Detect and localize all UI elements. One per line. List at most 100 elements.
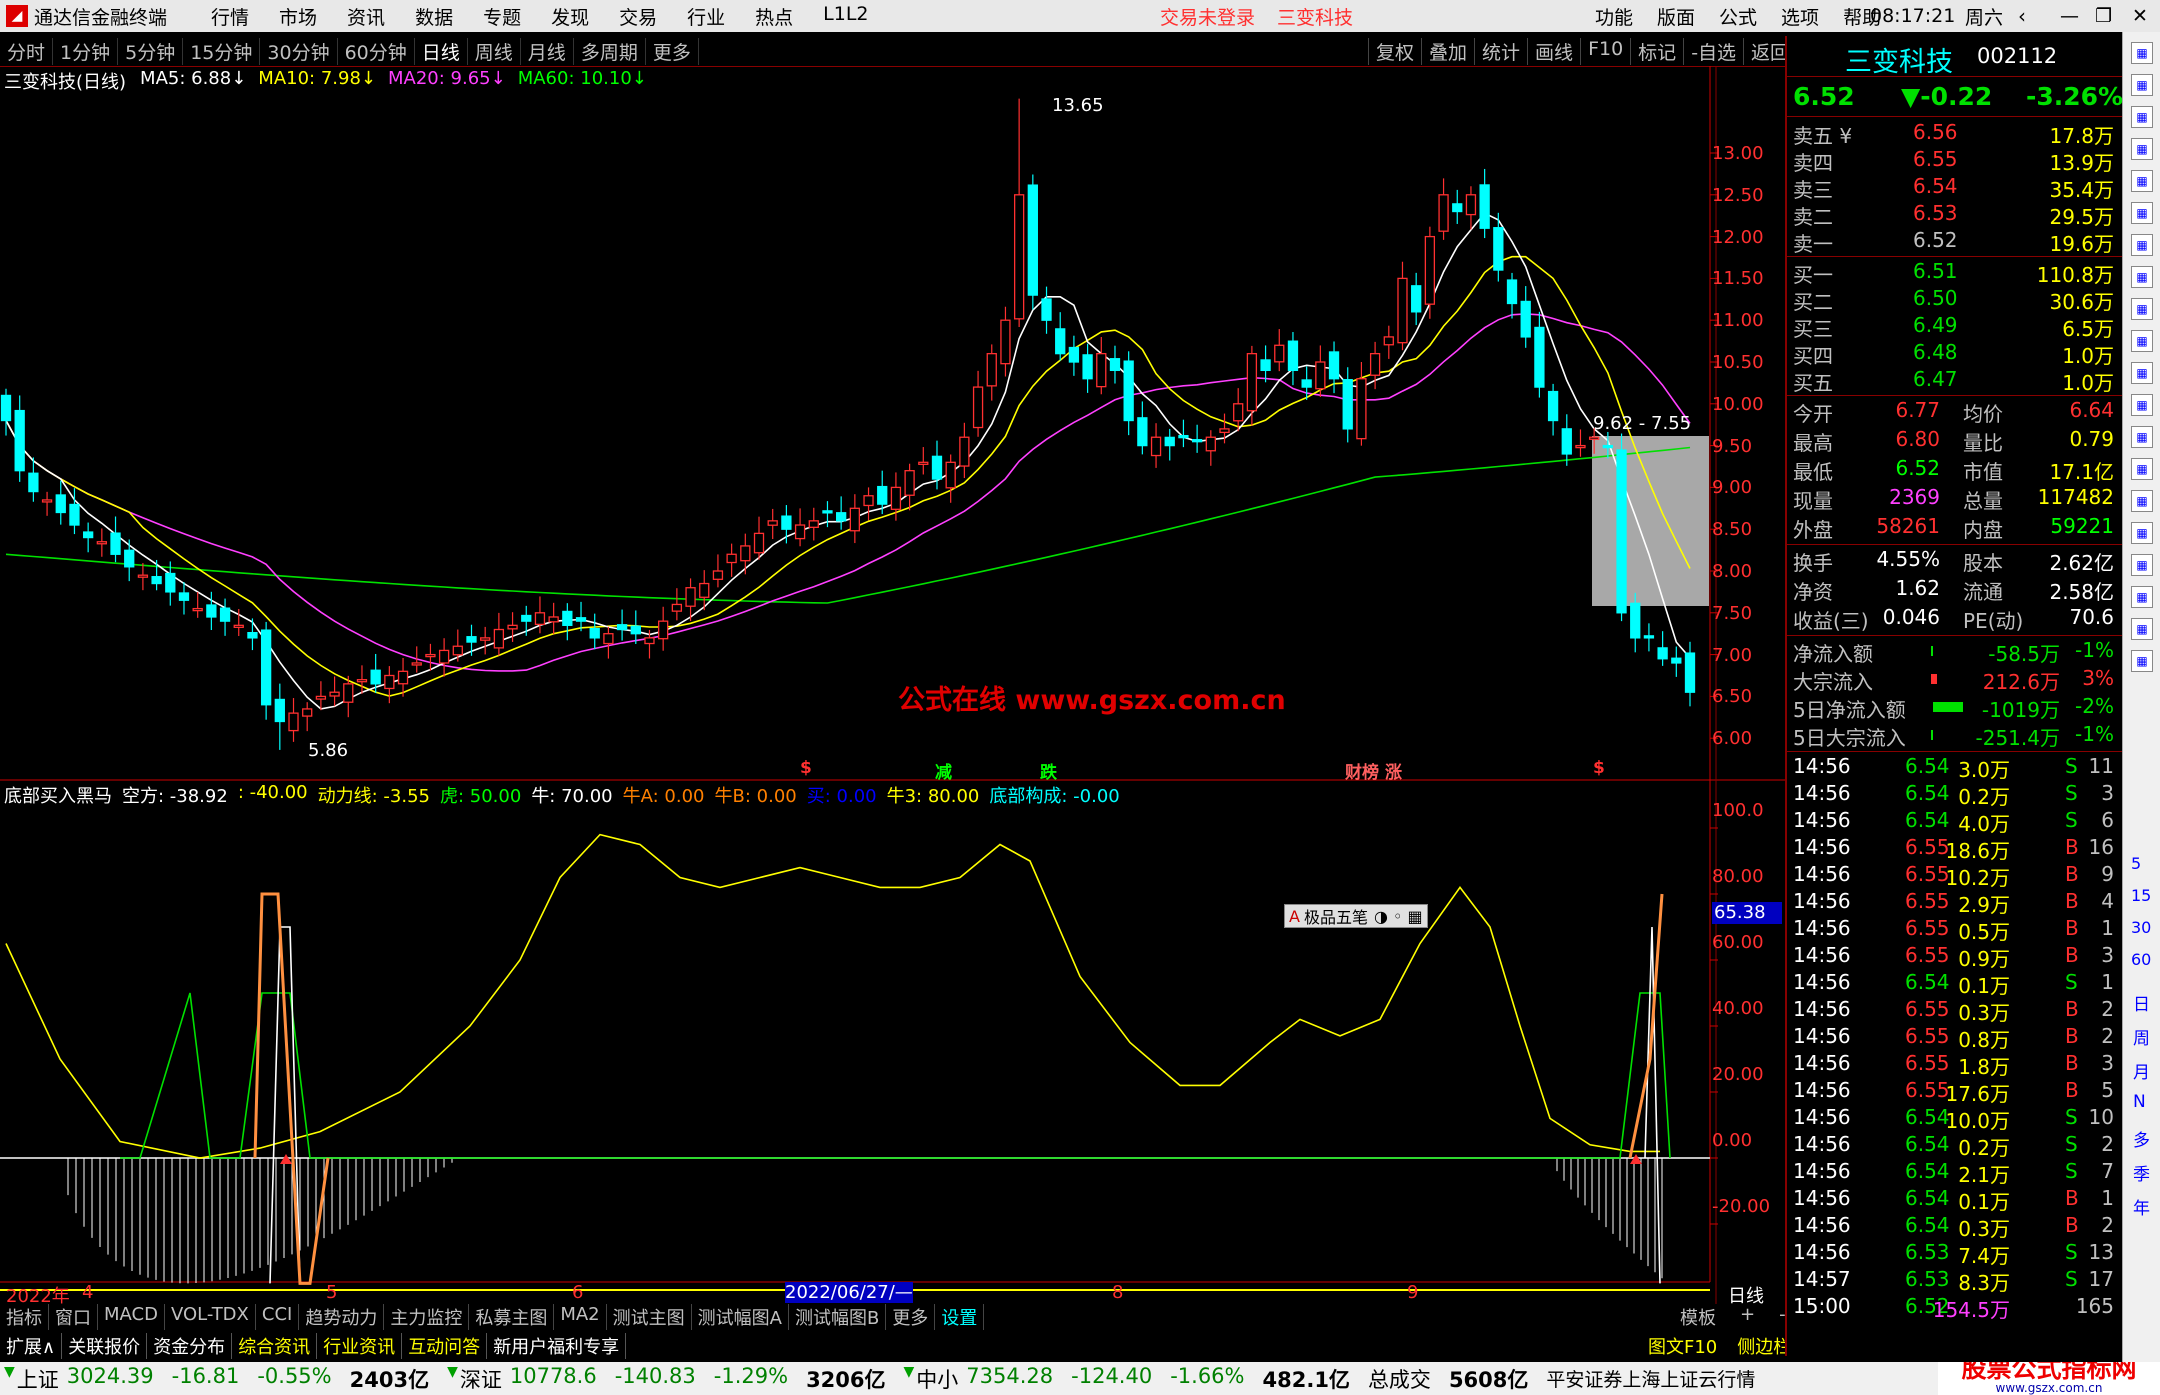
index-quote[interactable]: ▼ 深证 10778.6 -140.83 -1.29% 3206亿 — [447, 1364, 885, 1394]
period-tab-7[interactable]: 周线 — [468, 37, 521, 65]
ask-row[interactable]: 卖三 6.54 35.4万 — [1793, 174, 2118, 202]
info-tab-4[interactable]: 行业资讯 — [317, 1332, 403, 1359]
sidebar-tool-icon[interactable]: ▦ — [2131, 458, 2153, 480]
menu-item-3[interactable]: 数据 — [415, 3, 453, 30]
info-tab-0[interactable]: 扩展∧ — [0, 1332, 63, 1359]
event-marker[interactable]: 涨 — [1385, 758, 1402, 783]
tab-right-0[interactable]: 模板 — [1668, 1304, 1728, 1330]
period-tab-6[interactable]: 日线 — [415, 37, 468, 65]
chart-tool-5[interactable]: 标记 — [1630, 37, 1683, 65]
period-tab-8[interactable]: 月线 — [521, 37, 574, 65]
info-tab-1[interactable]: 关联报价 — [62, 1332, 148, 1359]
sidebar-tool-icon[interactable]: ▦ — [2131, 426, 2153, 448]
indicator-tab-6[interactable]: 主力监控 — [384, 1304, 470, 1330]
event-marker[interactable]: 减 — [935, 758, 952, 783]
bid-row[interactable]: 买二 6.50 30.6万 — [1793, 286, 2118, 314]
sidebar-period[interactable]: 周 — [2133, 1024, 2150, 1049]
sidebar-tool-icon[interactable]: ▦ — [2131, 522, 2153, 544]
sidebar-tool-icon[interactable]: ▦ — [2131, 554, 2153, 576]
indicator-tab-12[interactable]: 更多 — [886, 1304, 936, 1330]
sidebar-tool-icon[interactable]: ▦ — [2131, 490, 2153, 512]
tab-right-2[interactable]: - — [1767, 1304, 1785, 1330]
menu-item-9[interactable]: L1L2 — [823, 3, 868, 30]
sidebar-tool-icon[interactable]: ▦ — [2131, 650, 2153, 672]
indicator-tab-7[interactable]: 私募主图 — [469, 1304, 555, 1330]
menu-item-1[interactable]: 市场 — [279, 3, 317, 30]
menu-item-8[interactable]: 热点 — [755, 3, 793, 30]
index-quote[interactable]: ▼ 中小 7354.28 -124.40 -1.66% 482.1亿 — [904, 1364, 1350, 1394]
indicator-tab-9[interactable]: 测试主图 — [607, 1304, 692, 1330]
period-tab-9[interactable]: 多周期 — [574, 37, 646, 65]
info-tab-3[interactable]: 综合资讯 — [232, 1332, 318, 1359]
indicator-tab-2[interactable]: MACD — [98, 1304, 165, 1330]
period-tab-4[interactable]: 30分钟 — [260, 37, 338, 65]
period-tab-10[interactable]: 更多 — [646, 37, 699, 65]
ask-row[interactable]: 卖四 6.55 13.9万 — [1793, 147, 2118, 175]
right-menu-item-3[interactable]: 选项 — [1781, 3, 1819, 30]
indicator-tab-13[interactable]: 设置 — [935, 1304, 985, 1330]
sidebar-tool-icon[interactable]: ▦ — [2131, 106, 2153, 128]
index-quote[interactable]: ▼ 上证 3024.39 -16.81 -0.55% 2403亿 — [4, 1364, 429, 1394]
ask-row[interactable]: 卖一 6.52 19.6万 — [1793, 228, 2118, 256]
sidebar-num[interactable]: 5 — [2131, 854, 2141, 873]
chart-tool-3[interactable]: 画线 — [1527, 37, 1580, 65]
candlestick-chart[interactable] — [0, 66, 1785, 1304]
close-icon[interactable]: ✕ — [2132, 5, 2148, 27]
sidebar-tool-icon[interactable]: ▦ — [2131, 330, 2153, 352]
right-menu-item-2[interactable]: 公式 — [1719, 3, 1757, 30]
info-tab-2[interactable]: 资金分布 — [147, 1332, 233, 1359]
sidebar-period[interactable]: 日 — [2133, 990, 2150, 1015]
minimize-icon[interactable]: — — [2060, 5, 2079, 27]
chart-tool-0[interactable]: 复权 — [1368, 37, 1421, 65]
sidebar-tool-icon[interactable]: ▦ — [2131, 298, 2153, 320]
indicator-tab-3[interactable]: VOL-TDX — [165, 1304, 256, 1330]
chart-tool-7[interactable]: 返回 — [1743, 37, 1785, 65]
indicator-tab-11[interactable]: 测试幅图B — [789, 1304, 887, 1330]
right-menu-item-0[interactable]: 功能 — [1595, 3, 1633, 30]
indicator-tab-5[interactable]: 趋势动力 — [299, 1304, 385, 1330]
sidebar-tool-icon[interactable]: ▦ — [2131, 234, 2153, 256]
sidebar-period[interactable]: N — [2133, 1092, 2146, 1112]
event-marker[interactable]: 跌 — [1040, 758, 1057, 783]
indicator-tab-1[interactable]: 窗口 — [49, 1304, 98, 1330]
sidebar-tool-icon[interactable]: ▦ — [2131, 42, 2153, 64]
sidebar-period[interactable]: 年 — [2133, 1194, 2150, 1219]
trade-status[interactable]: 交易未登录 — [1160, 3, 1255, 30]
chart-tool-1[interactable]: 叠加 — [1421, 37, 1474, 65]
info-tab-6[interactable]: 新用户福利专享 — [487, 1332, 627, 1359]
sidebar-tool-icon[interactable]: ▦ — [2131, 202, 2153, 224]
sidebar-tool-icon[interactable]: ▦ — [2131, 74, 2153, 96]
bid-row[interactable]: 买四 6.48 1.0万 — [1793, 340, 2118, 368]
indicator-tab-0[interactable]: 指标 — [0, 1304, 49, 1330]
restore-icon[interactable]: ❐ — [2095, 5, 2112, 27]
right-menu-item-1[interactable]: 版面 — [1657, 3, 1695, 30]
sidebar-num[interactable]: 30 — [2131, 918, 2151, 937]
event-marker[interactable]: 财榜 — [1345, 758, 1379, 783]
bid-row[interactable]: 买一 6.51 110.8万 — [1793, 259, 2118, 287]
sidebar-tool-icon[interactable]: ▦ — [2131, 394, 2153, 416]
indicator-tab-10[interactable]: 测试幅图A — [692, 1304, 789, 1330]
bid-row[interactable]: 买三 6.49 6.5万 — [1793, 313, 2118, 341]
event-marker[interactable]: $ — [800, 758, 812, 778]
indicator-tab-4[interactable]: CCI — [256, 1304, 300, 1330]
ime-toolbar[interactable]: A 极品五笔 ◑ ◦ ▦ — [1284, 904, 1428, 928]
period-tab-3[interactable]: 15分钟 — [183, 37, 261, 65]
indicator-tab-8[interactable]: MA2 — [554, 1304, 607, 1330]
ask-row[interactable]: 卖五 ¥6.56 17.8万 — [1793, 120, 2118, 148]
menu-item-0[interactable]: 行情 — [211, 3, 249, 30]
chart-tool-4[interactable]: F10 — [1580, 37, 1630, 65]
sidebar-period[interactable]: 月 — [2133, 1058, 2150, 1083]
event-marker[interactable]: $ — [1593, 758, 1605, 778]
back-icon[interactable]: ‹ — [2018, 4, 2026, 28]
period-tab-0[interactable]: 分时 — [0, 37, 54, 65]
period-tab-2[interactable]: 5分钟 — [118, 37, 184, 65]
sidebar-tool-icon[interactable]: ▦ — [2131, 362, 2153, 384]
sidebar-tool-icon[interactable]: ▦ — [2131, 618, 2153, 640]
sidebar-tool-icon[interactable]: ▦ — [2131, 138, 2153, 160]
chart-tool-2[interactable]: 统计 — [1474, 37, 1527, 65]
sidebar-num[interactable]: 15 — [2131, 886, 2151, 905]
menu-item-6[interactable]: 交易 — [619, 3, 657, 30]
info-right-0[interactable]: 图文F10 — [1638, 1333, 1727, 1359]
info-tab-5[interactable]: 互动问答 — [402, 1332, 488, 1359]
sidebar-tool-icon[interactable]: ▦ — [2131, 266, 2153, 288]
